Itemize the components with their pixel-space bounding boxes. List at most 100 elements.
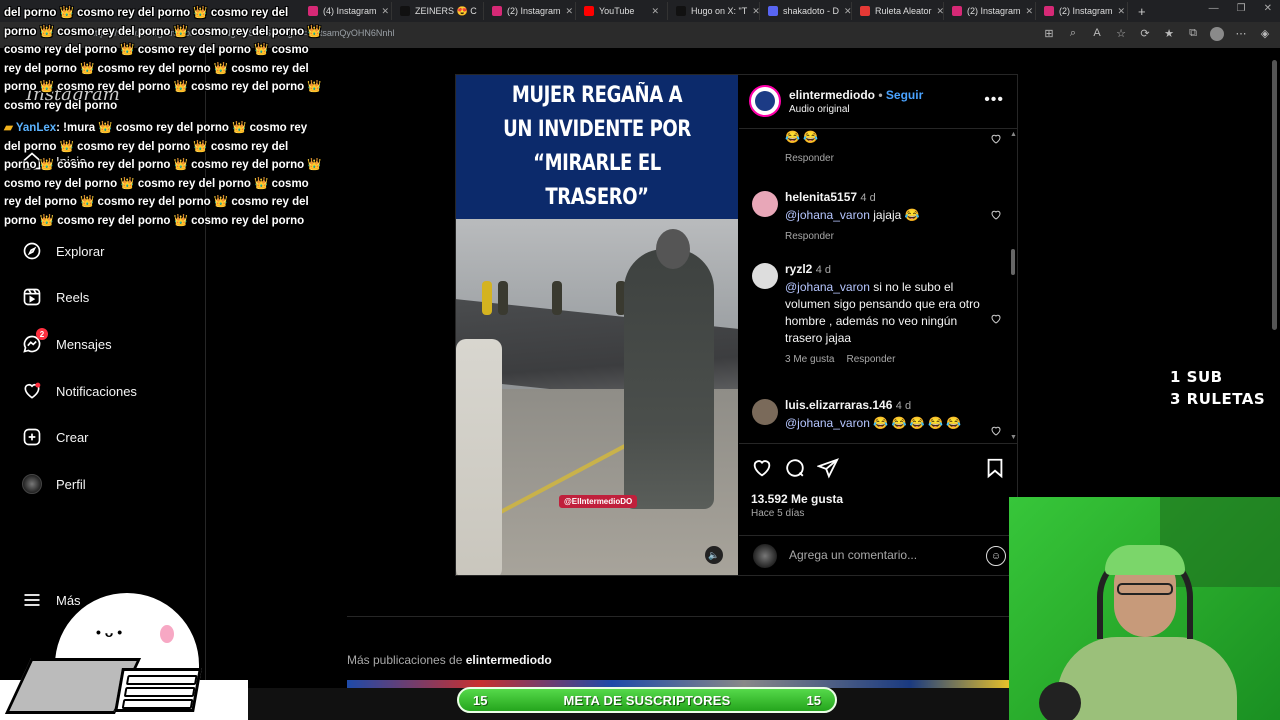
current-user-avatar <box>753 544 777 568</box>
comment-likes[interactable]: 3 Me gusta <box>785 351 834 368</box>
browser-toolbar: ⊞ ⌕ A ☆ ⟳ ★ ⧉ ⋯ ◈ <box>1042 27 1272 44</box>
new-tab-button[interactable]: + <box>1128 4 1156 19</box>
browser-tab[interactable]: shakadoto - D ✕ <box>760 2 852 20</box>
notification-badge: 2 <box>36 328 48 340</box>
app-install-icon[interactable]: ⊞ <box>1042 27 1056 44</box>
audio-label[interactable]: Audio original <box>789 104 850 115</box>
comments-scrollbar[interactable]: ▲ ▼ <box>1010 131 1017 441</box>
browser-tab[interactable]: (2) Instagram ✕ <box>944 2 1036 20</box>
more-menu-icon[interactable]: ⋯ <box>1234 27 1248 44</box>
save-icon[interactable] <box>984 457 1006 484</box>
close-tab-icon[interactable]: ✕ <box>1118 6 1126 17</box>
sidebar-item-label: Reels <box>56 289 90 305</box>
tab-favicon-icon <box>492 6 502 16</box>
post-author-name[interactable]: elintermediodo <box>789 88 875 102</box>
sidebar-item-mensajes[interactable]: 2 Mensajes <box>22 328 112 354</box>
sidebar-item-reels[interactable]: Reels <box>22 287 89 307</box>
close-tab-icon[interactable]: ✕ <box>566 6 574 17</box>
follow-button[interactable]: Seguir <box>886 88 923 102</box>
emoji-icon[interactable]: ☺ <box>986 546 1006 566</box>
browser-tab[interactable]: YouTube ✕ <box>576 2 668 20</box>
close-tab-icon[interactable]: ✕ <box>382 6 390 17</box>
commenter-avatar[interactable] <box>752 263 778 289</box>
reply-button[interactable]: Responder <box>785 150 834 167</box>
profile-icon[interactable] <box>1210 27 1224 44</box>
more-posts-username[interactable]: elintermediodo <box>466 653 552 667</box>
commenter-avatar[interactable] <box>752 191 778 217</box>
tab-label: (4) Instagram <box>323 6 377 16</box>
post-header: elintermediodo • Seguir Audio original •… <box>739 75 1018 129</box>
close-tab-icon[interactable]: ✕ <box>651 6 659 17</box>
maximize-icon[interactable]: ❐ <box>1237 3 1246 14</box>
sidebar-item-label: Notificaciones <box>56 383 137 399</box>
close-tab-icon[interactable]: ✕ <box>844 6 851 17</box>
avatar <box>22 474 42 494</box>
goal-target: 15 <box>806 692 821 708</box>
likes-count[interactable]: 13.592 Me gusta <box>751 492 843 506</box>
tab-favicon-icon <box>768 6 778 16</box>
comment-time: 4 d <box>895 400 912 412</box>
tab-favicon-icon <box>584 6 594 16</box>
minimize-icon[interactable]: — <box>1209 3 1219 14</box>
chat-username: YanLex <box>15 122 57 134</box>
comment-mention[interactable]: @johana_varon <box>785 416 870 430</box>
comment-like-icon[interactable] <box>990 209 1002 221</box>
comment-mention[interactable]: @johana_varon <box>785 280 870 294</box>
favorites-icon[interactable]: ★ <box>1162 27 1176 44</box>
tab-favicon-icon <box>1044 6 1054 16</box>
browser-tab[interactable]: (2) Instagram ✕ <box>484 2 576 20</box>
commenter-username[interactable]: helenita5157 <box>785 190 857 204</box>
close-tab-icon[interactable]: ✕ <box>752 6 759 17</box>
browser-tab[interactable]: Ruleta Aleator ✕ <box>852 2 944 20</box>
tab-label: shakadoto - D <box>783 6 840 16</box>
microphone-icon <box>1039 682 1081 720</box>
comment-like-icon[interactable] <box>990 313 1002 325</box>
tab-favicon-icon <box>676 6 686 16</box>
more-posts-prefix: Más publicaciones de <box>347 653 463 667</box>
sidebar-item-notificaciones[interactable]: Notificaciones <box>22 381 137 401</box>
more-options-icon[interactable]: ••• <box>984 91 1004 109</box>
goal-label: META DE SUSCRIPTORES <box>563 692 731 708</box>
favorite-star-icon[interactable]: ☆ <box>1114 27 1128 44</box>
subscriber-goal-bar: 15 META DE SUSCRIPTORES 15 <box>457 687 837 713</box>
copilot-icon[interactable]: ◈ <box>1258 27 1272 44</box>
browser-tab[interactable]: Hugo on X: "T ✕ <box>668 2 760 20</box>
share-icon[interactable] <box>817 457 839 479</box>
commenter-avatar[interactable] <box>752 399 778 425</box>
close-tab-icon[interactable]: ✕ <box>1026 6 1034 17</box>
goal-current: 15 <box>473 692 488 708</box>
comment-like-icon[interactable] <box>990 133 1002 145</box>
comment-icon[interactable] <box>784 457 806 479</box>
comment-input[interactable] <box>789 548 969 562</box>
reel-video[interactable]: MUJER REGAÑA A UN INVIDENTE POR “MIRARLE… <box>456 75 738 575</box>
tab-favicon-icon <box>952 6 962 16</box>
collections-icon[interactable]: ⧉ <box>1186 27 1200 44</box>
zoom-icon[interactable]: ⌕ <box>1066 27 1080 44</box>
comment-item: ryzl2 4 d @johana_varon si no le subo el… <box>752 261 985 368</box>
chat-message: del porno 👑 cosmo rey del porno 👑 cosmo … <box>4 4 324 115</box>
like-icon[interactable] <box>751 457 773 479</box>
sidebar-item-explorar[interactable]: Explorar <box>22 241 104 261</box>
comment-like-icon[interactable] <box>990 425 1002 437</box>
tab-label: Ruleta Aleator <box>875 6 932 16</box>
comment-mention[interactable]: @johana_varon <box>785 208 870 222</box>
reply-button[interactable]: Responder <box>785 228 834 245</box>
post-author-avatar[interactable] <box>749 85 781 117</box>
commenter-username[interactable]: luis.elizarraras.146 <box>785 398 892 412</box>
close-window-icon[interactable]: ✕ <box>1264 3 1272 14</box>
commenter-username[interactable]: ryzl2 <box>785 262 812 276</box>
tab-label: (2) Instagram <box>967 6 1021 16</box>
chat-message-text: : !mura 👑 cosmo rey del porno 👑 cosmo re… <box>4 122 322 227</box>
reply-button[interactable]: Responder <box>846 351 895 368</box>
comment-text: jajaja 😂 <box>873 208 920 222</box>
sidebar-item-perfil[interactable]: Perfil <box>22 474 86 494</box>
extensions-icon[interactable]: ⟳ <box>1138 27 1152 44</box>
sidebar-item-crear[interactable]: Crear <box>22 427 89 447</box>
video-headline-banner: MUJER REGAÑA A UN INVIDENTE POR “MIRARLE… <box>456 75 738 219</box>
volume-icon[interactable]: 🔈 <box>705 546 723 564</box>
browser-tab[interactable]: (2) Instagram ✕ <box>1036 2 1128 20</box>
sidebar-item-label: Crear <box>56 429 89 445</box>
close-tab-icon[interactable]: ✕ <box>937 6 943 17</box>
read-aloud-icon[interactable]: A <box>1090 27 1104 44</box>
browser-tab[interactable]: ZEINERS 😍 C✕ <box>392 2 484 20</box>
